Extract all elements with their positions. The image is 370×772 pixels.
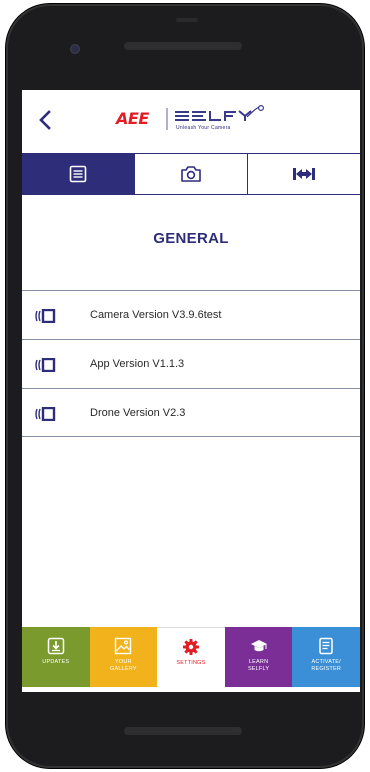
phone-notch <box>176 18 198 22</box>
nav-gallery[interactable]: YOUR GALLERY <box>89 627 158 687</box>
page-title: GENERAL <box>153 230 229 247</box>
list-item-app-version: App Version V1.1.3 <box>22 339 360 388</box>
list-item-camera-version: Camera Version V3.9.6test <box>22 290 360 339</box>
screen-bottom-edge <box>22 687 360 692</box>
front-camera <box>70 44 80 54</box>
graduation-cap-icon <box>250 640 267 652</box>
device-version-icon <box>35 309 56 323</box>
nav-settings-label: SETTINGS <box>176 660 206 666</box>
drone-version-text: Drone Version V2.3 <box>90 406 186 419</box>
tab-general[interactable] <box>22 154 135 194</box>
chevron-left-icon <box>39 110 51 130</box>
device-version-icon <box>35 358 56 372</box>
app-screen: AEE Unleash Your Camera GENERAL Camera V… <box>22 90 360 692</box>
version-list: Camera Version V3.9.6test App Version V1… <box>22 290 360 437</box>
tab-drone[interactable] <box>248 154 360 194</box>
nav-learn-label: LEARN SELFLY <box>247 659 270 672</box>
tab-camera[interactable] <box>135 154 248 194</box>
app-version-text: App Version V1.1.3 <box>90 358 185 370</box>
camera-icon <box>181 166 201 182</box>
back-button[interactable] <box>34 108 58 132</box>
brand-tagline: Unleash Your Camera <box>176 125 231 131</box>
register-icon <box>319 637 333 655</box>
nav-learn-selfly[interactable]: LEARN SELFLY <box>224 627 293 687</box>
settings-tabs <box>22 153 360 195</box>
bottom-navigation: UPDATES YOUR GALLERY SETTINGS LEARN SELF… <box>22 627 360 687</box>
app-header: AEE Unleash Your Camera <box>22 90 360 153</box>
list-item-drone-version: Drone Version V2.3 <box>22 388 360 437</box>
top-speaker <box>124 42 242 50</box>
nav-settings[interactable]: SETTINGS <box>157 627 225 687</box>
nav-activate-register[interactable]: ACTIVATE/ REGISTER <box>292 627 360 687</box>
list-icon <box>69 165 87 183</box>
bottom-speaker <box>124 727 242 735</box>
gear-icon <box>182 639 199 655</box>
nav-activate-label: ACTIVATE/ REGISTER <box>311 659 342 672</box>
camera-version-text: Camera Version V3.9.6test <box>90 309 222 321</box>
selfly-wordmark-icon <box>175 105 264 121</box>
download-icon <box>47 637 65 655</box>
image-icon <box>115 637 132 655</box>
nav-updates[interactable]: UPDATES <box>22 627 90 687</box>
nav-updates-label: UPDATES <box>42 659 70 665</box>
nav-gallery-label: YOUR GALLERY <box>110 659 137 672</box>
logo-divider <box>166 108 168 130</box>
brand-name: AEE <box>116 109 149 128</box>
device-version-icon <box>35 407 56 421</box>
drone-icon <box>293 168 315 180</box>
brand-logo: AEE Unleash Your Camera <box>116 100 276 140</box>
